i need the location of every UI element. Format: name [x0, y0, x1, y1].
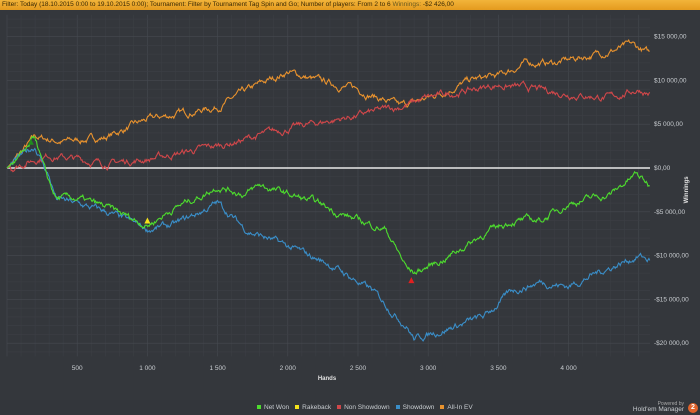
y-tick-label: $10 000,00 [654, 77, 687, 84]
winnings-value: -$2 426,00 [422, 1, 454, 8]
legend-label: Showdown [402, 404, 435, 411]
x-axis-label: Hands [318, 376, 337, 382]
x-tick-label: 3 500 [490, 365, 507, 372]
branding: Powered by Hold'em Manager [633, 401, 684, 413]
winnings-chart: 500 1 000 1 500 2 000 2 500 3 000 3 500 4 000 $1… [0, 10, 700, 400]
legend-label: Net Won [264, 404, 290, 411]
y-axis-label: Winnings [684, 176, 690, 204]
x-tick-label: 1 500 [209, 365, 226, 372]
legend-label: Rakeback [302, 404, 332, 411]
y-tick-label: $0,00 [654, 165, 671, 172]
y-tick-label: $5 000,00 [654, 121, 683, 128]
y-tick-label: -$20 000,00 [654, 340, 689, 347]
legend-swatch [337, 405, 342, 410]
hem-logo-icon: 2 [688, 403, 698, 413]
legend-item-all-in-ev[interactable]: All-In EV [440, 404, 473, 411]
x-tick-label: 1 000 [139, 365, 156, 372]
filter-bar[interactable]: Filter: Today (18.10.2015 0:00 to 19.10.… [0, 0, 700, 10]
y-tick-label: -$5 000,00 [654, 209, 685, 216]
legend-swatch [440, 405, 445, 410]
y-tick-label: $15 000,00 [654, 34, 687, 41]
x-tick-label: 2 500 [350, 365, 367, 372]
legend: Net Won Rakeback Non Showdown Showdown A… [257, 404, 473, 411]
y-tick-label: -$15 000,00 [654, 296, 689, 303]
filter-text: Filter: Today (18.10.2015 0:00 to 19.10.… [2, 1, 393, 8]
legend-swatch [295, 405, 300, 410]
y-tick-label: -$10 000,00 [654, 253, 689, 260]
legend-label: Non Showdown [344, 404, 390, 411]
legend-item-rakeback[interactable]: Rakeback [295, 404, 331, 411]
legend-label: All-In EV [447, 404, 473, 411]
legend-swatch [395, 405, 400, 410]
legend-item-showdown[interactable]: Showdown [395, 404, 435, 411]
x-tick-label: 500 [72, 365, 83, 372]
legend-swatch [257, 405, 261, 410]
brand-name: Hold'em Manager [632, 406, 684, 413]
x-tick-label: 2 000 [280, 365, 297, 372]
x-tick-label: 3 000 [420, 365, 437, 372]
legend-item-non-showdown[interactable]: Non Showdown [337, 404, 390, 411]
x-tick-label: 4 000 [560, 365, 577, 372]
legend-item-net-won[interactable]: Net Won [257, 404, 289, 411]
winnings-label: Winnings: [392, 1, 423, 8]
